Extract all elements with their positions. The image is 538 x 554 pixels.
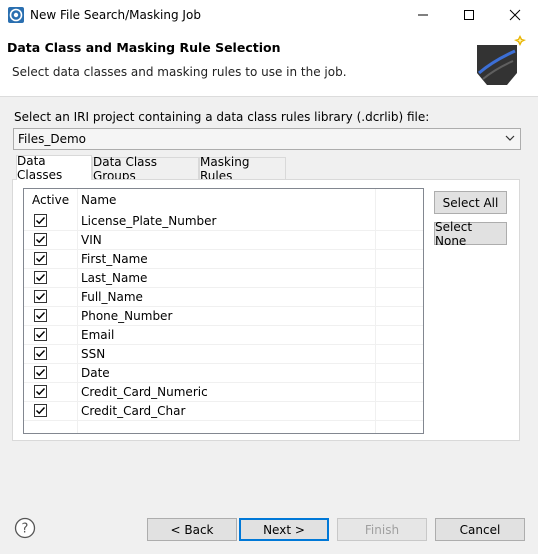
active-checkbox[interactable] bbox=[34, 328, 47, 341]
chevron-down-icon bbox=[504, 132, 516, 144]
checkmark-icon bbox=[35, 406, 46, 415]
checkmark-icon bbox=[35, 349, 46, 358]
table-row[interactable]: Full_Name bbox=[24, 288, 423, 307]
wizard-mask-icon bbox=[473, 33, 533, 93]
active-checkbox[interactable] bbox=[34, 404, 47, 417]
table-row[interactable]: VIN bbox=[24, 231, 423, 250]
active-checkbox[interactable] bbox=[34, 271, 47, 284]
checkmark-icon bbox=[35, 311, 46, 320]
page-title: Data Class and Masking Rule Selection bbox=[7, 40, 281, 55]
select-all-button[interactable]: Select All bbox=[434, 191, 507, 214]
checkmark-icon bbox=[35, 216, 46, 225]
data-class-name: License_Plate_Number bbox=[81, 214, 217, 228]
data-class-name: Full_Name bbox=[81, 290, 143, 304]
close-button[interactable] bbox=[492, 0, 538, 30]
checkmark-icon bbox=[35, 387, 46, 396]
data-class-name: Email bbox=[81, 328, 115, 342]
data-classes-table[interactable]: Active Name License_Plate_Number VIN First… bbox=[23, 188, 424, 434]
select-none-button[interactable]: Select None bbox=[434, 220, 507, 248]
active-checkbox[interactable] bbox=[34, 252, 47, 265]
checkmark-icon bbox=[35, 368, 46, 377]
data-class-name: Credit_Card_Char bbox=[81, 404, 186, 418]
finish-button[interactable]: Finish bbox=[337, 518, 427, 541]
close-icon bbox=[509, 9, 521, 21]
table-row[interactable]: First_Name bbox=[24, 250, 423, 269]
page-description: Select data classes and masking rules to… bbox=[12, 65, 347, 79]
minimize-icon bbox=[418, 14, 428, 16]
next-button[interactable]: Next > bbox=[239, 518, 329, 541]
data-classes-panel: Active Name License_Plate_Number VIN First… bbox=[12, 179, 520, 441]
active-checkbox[interactable] bbox=[34, 366, 47, 379]
table-row[interactable]: SSN bbox=[24, 345, 423, 364]
project-select-label: Select an IRI project containing a data … bbox=[14, 110, 430, 124]
active-checkbox[interactable] bbox=[34, 214, 47, 227]
table-row[interactable]: Credit_Card_Numeric bbox=[24, 383, 423, 402]
tab-masking-rules[interactable]: Masking Rules bbox=[199, 155, 286, 183]
checkmark-icon bbox=[35, 254, 46, 263]
active-checkbox[interactable] bbox=[34, 233, 47, 246]
table-row[interactable]: Date bbox=[24, 364, 423, 383]
svg-text:?: ? bbox=[22, 522, 29, 537]
data-class-name: Last_Name bbox=[81, 271, 148, 285]
wizard-banner: Data Class and Masking Rule Selection Se… bbox=[0, 30, 538, 97]
data-class-name: Phone_Number bbox=[81, 309, 173, 323]
back-button[interactable]: < Back bbox=[147, 518, 237, 541]
active-checkbox[interactable] bbox=[34, 290, 47, 303]
table-row[interactable]: Credit_Card_Char bbox=[24, 402, 423, 421]
table-row[interactable]: Last_Name bbox=[24, 269, 423, 288]
checkmark-icon bbox=[35, 273, 46, 282]
maximize-icon bbox=[464, 10, 474, 20]
table-row[interactable]: License_Plate_Number bbox=[24, 212, 423, 231]
data-class-name: First_Name bbox=[81, 252, 148, 266]
column-header-name[interactable]: Name bbox=[81, 193, 116, 207]
cancel-button[interactable]: Cancel bbox=[435, 518, 525, 541]
minimize-button[interactable] bbox=[400, 0, 446, 30]
project-dropdown[interactable]: Files_Demo bbox=[13, 128, 521, 150]
help-icon[interactable]: ? bbox=[14, 517, 36, 539]
data-class-name: Credit_Card_Numeric bbox=[81, 385, 208, 399]
data-class-name: Date bbox=[81, 366, 110, 380]
tab-data-class-groups[interactable]: Data Class Groups bbox=[92, 155, 199, 183]
app-icon bbox=[8, 7, 24, 23]
project-dropdown-value: Files_Demo bbox=[18, 132, 86, 146]
checkmark-icon bbox=[35, 235, 46, 244]
checkmark-icon bbox=[35, 330, 46, 339]
maximize-button[interactable] bbox=[446, 0, 492, 30]
table-row[interactable]: Email bbox=[24, 326, 423, 345]
column-header-active[interactable]: Active bbox=[32, 193, 69, 207]
window-title: New File Search/Masking Job bbox=[30, 8, 201, 22]
data-class-name: VIN bbox=[81, 233, 102, 247]
active-checkbox[interactable] bbox=[34, 347, 47, 360]
table-row[interactable]: Phone_Number bbox=[24, 307, 423, 326]
checkmark-icon bbox=[35, 292, 46, 301]
active-checkbox[interactable] bbox=[34, 309, 47, 322]
title-bar: New File Search/Masking Job bbox=[0, 0, 538, 30]
data-class-name: SSN bbox=[81, 347, 106, 361]
tab-data-classes[interactable]: Data Classes bbox=[16, 154, 92, 182]
active-checkbox[interactable] bbox=[34, 385, 47, 398]
